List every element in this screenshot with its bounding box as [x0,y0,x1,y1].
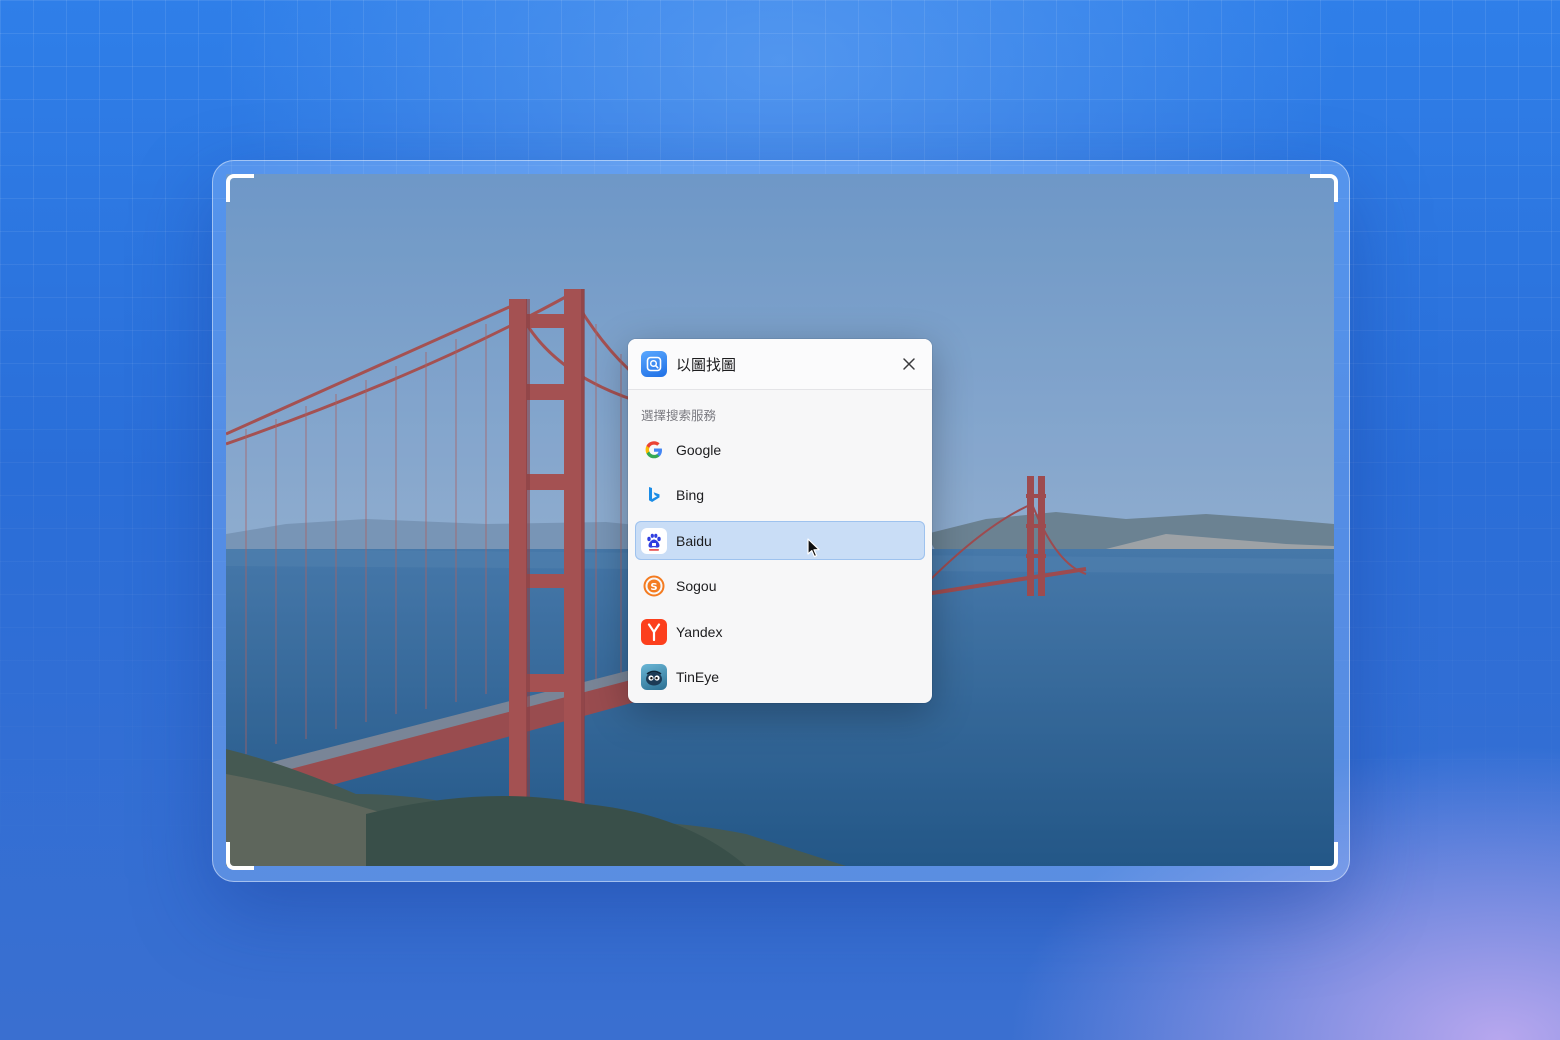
service-item-bing[interactable]: Bing [635,476,925,515]
sogou-icon: S [641,573,667,599]
service-label: Baidu [676,532,712,549]
bing-icon [641,482,667,508]
service-label: Bing [676,487,705,503]
tineye-icon [641,664,667,690]
service-item-yandex[interactable]: Yandex [635,612,925,651]
service-label: Google [676,441,722,458]
service-label: Sogou [676,578,717,594]
service-label: Yandex [676,623,723,640]
frame-corner-top-right [1310,174,1338,202]
svg-text:S: S [650,582,657,593]
image-search-icon [641,351,667,377]
service-item-baidu[interactable]: Baidu [635,521,925,560]
close-icon [903,358,915,370]
service-item-tineye[interactable]: TinEye [635,658,925,697]
section-label: 選擇搜索服務 [641,409,717,423]
google-icon [641,437,667,463]
yandex-icon [641,618,667,645]
service-label: TinEye [676,669,720,685]
image-search-dialog: 以圖找圖 選擇搜索服務 Google Bing Baidu S Sogou Ya… [628,339,932,703]
frame-corner-bottom-right [1310,842,1338,870]
frame-corner-top-left [226,174,254,202]
service-item-google[interactable]: Google [635,430,925,469]
mouse-cursor-icon [807,538,820,558]
dialog-header: 以圖找圖 [628,339,932,390]
service-item-sogou[interactable]: S Sogou [635,567,925,606]
close-button[interactable] [898,353,920,375]
baidu-icon [641,527,667,554]
dialog-title: 以圖找圖 [676,356,737,374]
frame-corner-bottom-left [226,842,254,870]
